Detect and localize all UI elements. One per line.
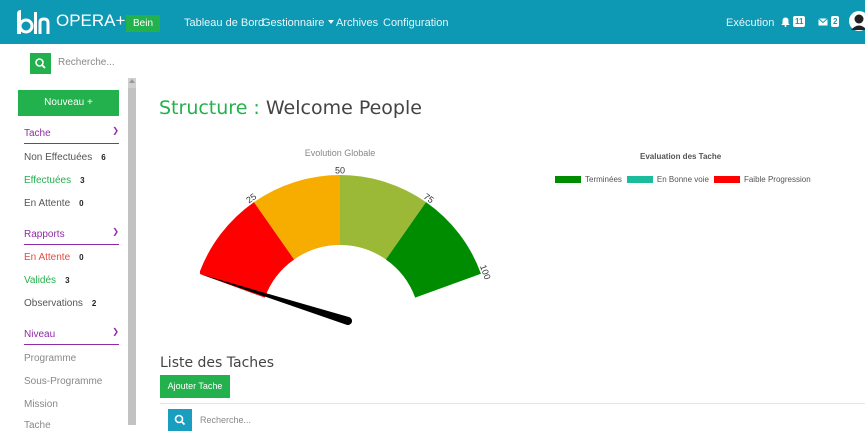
mail-count-badge: 2 xyxy=(831,16,839,27)
bein-logo-icon[interactable] xyxy=(14,8,50,36)
legend-label: En Bonne voie xyxy=(657,175,709,184)
bell-icon xyxy=(781,17,790,27)
task-list-title: Liste des Taches xyxy=(160,355,274,371)
count-badge: 6 xyxy=(101,153,105,162)
gauge-needle xyxy=(201,274,352,325)
count-badge: 3 xyxy=(80,176,84,185)
section-niveau-title: Niveau xyxy=(24,329,55,340)
top-navbar: OPERA+ Bein Tableau de Bord Gestionnaire… xyxy=(0,0,865,44)
bell-count-badge: 11 xyxy=(793,16,805,27)
sidebar-item-label: Validés xyxy=(24,275,56,286)
count-badge: 2 xyxy=(92,299,96,308)
chevron-down-icon: ❯ xyxy=(112,126,119,135)
sidebar-item-tache[interactable]: Tache xyxy=(24,420,51,431)
sidebar-search-input[interactable]: Recherche... xyxy=(58,57,115,68)
sidebar-item-en-attente[interactable]: En Attente 0 xyxy=(24,198,84,209)
page-title: Structure : Welcome People xyxy=(159,97,422,119)
page-title-label: Structure : xyxy=(159,97,266,119)
sidebar-item-label: En Attente xyxy=(24,252,70,263)
chevron-down-icon: ❯ xyxy=(112,227,119,236)
legend-item-en-bonne-voie[interactable]: En Bonne voie xyxy=(627,175,709,184)
gauge-title: Evolution Globale xyxy=(305,148,376,158)
scroll-up-icon[interactable] xyxy=(129,79,135,83)
sidebar-item-label: En Attente xyxy=(24,198,70,209)
legend-label: Terminées xyxy=(585,175,622,184)
count-badge: 0 xyxy=(79,253,83,262)
gauge-bands xyxy=(200,175,481,298)
messages-button[interactable]: 2 xyxy=(818,16,839,27)
gauge-tick-label: 50 xyxy=(335,165,345,175)
count-badge: 3 xyxy=(65,276,69,285)
new-button[interactable]: Nouveau + xyxy=(18,90,119,116)
sidebar-item-label: Sous-Programme xyxy=(24,376,102,387)
app-title[interactable]: OPERA+ xyxy=(56,11,125,31)
bein-badge[interactable]: Bein xyxy=(126,15,160,32)
sidebar-item-mission[interactable]: Mission xyxy=(24,399,58,410)
nav-gestionnaire[interactable]: Gestionnaire xyxy=(262,17,334,29)
count-badge: 0 xyxy=(79,199,83,208)
evaluation-title: Evaluation des Tache xyxy=(640,152,721,161)
search-icon xyxy=(168,409,192,431)
add-task-button[interactable]: Ajouter Tache xyxy=(160,375,230,398)
sidebar-scrollbar[interactable] xyxy=(128,78,136,425)
gauge-chart: Evolution Globale 0255075100 xyxy=(200,140,500,340)
sidebar-item-programme[interactable]: Programme xyxy=(24,353,76,364)
section-rapports-title: Rapports xyxy=(24,229,65,240)
sidebar-item-label: Tache xyxy=(24,420,51,431)
sidebar-item-observations[interactable]: Observations 2 xyxy=(24,298,96,309)
user-avatar-icon[interactable] xyxy=(848,10,865,34)
search-icon xyxy=(30,53,51,74)
notifications-button[interactable]: 11 xyxy=(781,16,805,27)
sidebar-item-sous-programme[interactable]: Sous-Programme xyxy=(24,376,102,387)
legend-swatch xyxy=(627,176,653,183)
execution-link[interactable]: Exécution xyxy=(726,17,774,29)
sidebar-item-label: Effectuées xyxy=(24,175,71,186)
section-tache-title: Tache xyxy=(24,128,51,139)
envelope-icon xyxy=(818,18,828,26)
chevron-down-icon: ❯ xyxy=(112,327,119,336)
sidebar-item-label: Programme xyxy=(24,353,76,364)
task-search-button[interactable] xyxy=(168,409,192,431)
scrollbar-thumb[interactable] xyxy=(128,88,136,425)
page-title-value: Welcome People xyxy=(266,97,422,119)
gauge-tick-label: 100 xyxy=(478,263,493,281)
nav-configuration[interactable]: Configuration xyxy=(383,17,448,29)
legend-swatch xyxy=(714,176,740,183)
legend-item-terminees[interactable]: Terminées xyxy=(555,175,622,184)
sidebar-search-button[interactable] xyxy=(30,53,51,74)
sidebar-item-rapports-en-attente[interactable]: En Attente 0 xyxy=(24,252,84,263)
divider xyxy=(160,403,865,404)
legend-item-faible-progression[interactable]: Faible Progression xyxy=(714,175,811,184)
legend-swatch xyxy=(555,176,581,183)
section-niveau[interactable]: Niveau ❯ xyxy=(24,329,119,345)
nav-tableau-de-bord[interactable]: Tableau de Bord xyxy=(184,17,264,29)
task-search-input[interactable]: Recherche... xyxy=(200,415,251,425)
sidebar-item-label: Non Effectuées xyxy=(24,152,92,163)
sidebar-item-effectuees[interactable]: Effectuées 3 xyxy=(24,175,85,186)
sidebar-item-valides[interactable]: Validés 3 xyxy=(24,275,70,286)
sidebar-item-label: Mission xyxy=(24,399,58,410)
section-tache[interactable]: Tache ❯ xyxy=(24,128,119,144)
section-rapports[interactable]: Rapports ❯ xyxy=(24,229,119,245)
sidebar-item-non-effectuees[interactable]: Non Effectuées 6 xyxy=(24,152,106,163)
legend-label: Faible Progression xyxy=(744,175,811,184)
nav-archives[interactable]: Archives xyxy=(336,17,378,29)
sidebar-item-label: Observations xyxy=(24,298,83,309)
evaluation-legend: Terminées En Bonne voie Faible Progressi… xyxy=(555,175,816,184)
